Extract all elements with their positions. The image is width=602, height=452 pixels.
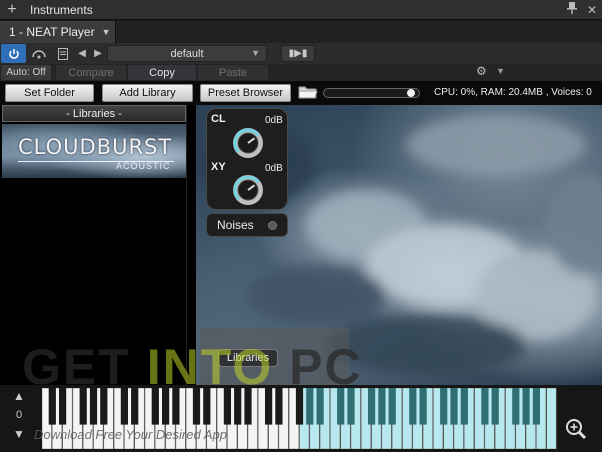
zoom-in-icon[interactable] [565,418,587,440]
window-title: Instruments [30,2,93,17]
preset-browser-button[interactable]: Preset Browser [200,84,291,102]
plugin-toolbar: Set Folder Add Library Preset Browser CP… [0,81,602,105]
xy-label: XY [211,161,226,173]
black-key[interactable] [512,388,520,425]
octave-down-button[interactable]: ▼ [13,427,25,441]
next-preset-button[interactable]: ▶ [90,44,106,63]
black-key[interactable] [223,388,232,425]
black-key[interactable] [491,388,499,425]
black-key[interactable] [419,388,427,425]
preset-toolbar: ◀ ▶ default ▼ ▮▶▮ [0,43,602,64]
library-item[interactable]: CLOUDBURST ACOUSTIC [2,124,186,178]
noises-led [268,221,277,230]
black-key[interactable] [367,388,376,425]
send-icon: ▮▶▮ [288,48,308,59]
black-key[interactable] [306,388,314,425]
black-key[interactable] [172,388,180,425]
power-icon [8,48,19,59]
black-key[interactable] [337,388,345,425]
library-logo: CLOUDBURST [18,135,173,159]
folder-icon[interactable] [298,85,318,99]
master-volume-slider[interactable] [323,88,420,98]
prev-preset-button[interactable]: ◀ [74,44,90,63]
send-to-track-button[interactable]: ▮▶▮ [281,45,315,62]
status-readout: CPU: 0%, RAM: 20.4MB , Voices: 0 [434,87,592,98]
chevron-down-icon[interactable]: ▼ [496,66,505,76]
noises-label: Noises [217,218,254,232]
preset-save-button[interactable] [52,44,74,63]
black-key[interactable] [378,388,386,425]
power-button[interactable] [1,44,26,63]
chevron-down-icon: ▼ [251,48,260,58]
black-key[interactable] [316,388,324,425]
add-library-button[interactable]: Add Library [102,84,193,102]
black-key[interactable] [203,388,211,425]
black-key[interactable] [532,388,541,425]
black-key[interactable] [161,388,170,425]
black-key[interactable] [347,388,355,425]
black-key[interactable] [460,388,468,425]
keyboard-area: ▲ 0 ▼ Download Free Your Desired App [0,385,602,452]
black-key[interactable] [89,388,98,425]
instrument-tab-row: 1 - NEAT Player ▼ [0,21,602,43]
plugin-main: - Libraries - CLOUDBURST ACOUSTIC CL 0dB… [0,105,602,395]
bypass-button[interactable] [26,44,52,63]
black-key[interactable] [48,388,56,425]
white-key[interactable] [546,388,557,449]
chevron-down-icon: ▼ [101,27,111,37]
instrument-name: 1 - NEAT Player [9,25,95,39]
mic-mixer-panel: CL 0dB XY 0dB [206,108,288,210]
black-key[interactable] [58,388,67,425]
instrument-selector[interactable]: 1 - NEAT Player ▼ [0,21,116,43]
gear-icon[interactable]: ⚙ [476,64,487,78]
arrow-right-icon: ▶ [94,48,102,59]
octave-up-button[interactable]: ▲ [13,389,25,403]
black-key[interactable] [120,388,129,425]
xy-knob[interactable] [231,173,265,207]
xy-value: 0dB [265,163,283,174]
black-key[interactable] [79,388,87,425]
black-key[interactable] [450,388,458,425]
watermark-tagline: Download Free Your Desired App [34,427,227,442]
black-key[interactable] [234,388,242,425]
black-key[interactable] [100,388,108,425]
preset-name: default [170,47,204,60]
auto-off-button[interactable]: Auto: Off [1,65,51,80]
copy-button[interactable]: Copy [128,65,196,80]
black-key[interactable] [192,388,201,425]
window-titlebar: + Instruments ✕ [0,0,602,20]
compare-toolbar: Auto: Off Compare Copy Paste ⚙ ▼ [0,64,602,81]
add-icon[interactable]: + [0,0,24,20]
black-key[interactable] [244,388,252,425]
close-icon[interactable]: ✕ [582,3,602,17]
cl-knob[interactable] [231,126,265,160]
library-logo-sub: ACOUSTIC [116,161,171,171]
black-key[interactable] [151,388,159,425]
compare-button[interactable]: Compare [56,65,126,80]
bypass-icon [32,49,46,58]
cl-label: CL [211,113,226,125]
pin-icon[interactable] [562,2,582,17]
cl-value: 0dB [265,115,283,126]
black-key[interactable] [481,388,489,425]
libraries-header: - Libraries - [2,105,186,122]
paste-button[interactable]: Paste [198,65,268,80]
octave-value: 0 [16,409,23,421]
arrow-left-icon: ◀ [78,48,86,59]
black-key[interactable] [409,388,417,425]
preset-dropdown[interactable]: default ▼ [107,45,267,62]
black-key[interactable] [275,388,283,425]
black-key[interactable] [522,388,530,425]
black-key[interactable] [388,388,396,425]
document-icon [58,47,68,60]
black-key[interactable] [264,388,273,425]
black-key[interactable] [440,388,448,425]
noises-toggle[interactable]: Noises [206,213,288,237]
slider-thumb[interactable] [406,89,415,97]
set-folder-button[interactable]: Set Folder [5,84,94,102]
black-key[interactable] [131,388,139,425]
black-key[interactable] [295,388,304,425]
